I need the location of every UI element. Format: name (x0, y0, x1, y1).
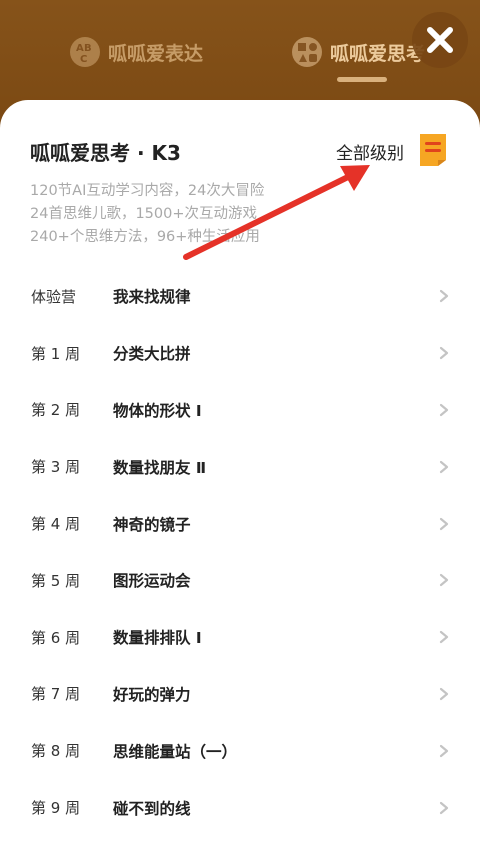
lesson-week: 第 1 周 (31, 344, 81, 363)
lesson-row[interactable]: 第 7 周 好玩的弹力 (0, 666, 480, 723)
lesson-title: 思维能量站（一） (113, 742, 238, 761)
tab-express-label: 呱呱爱表达 (108, 42, 204, 65)
chevron-right-icon (439, 801, 449, 814)
lesson-row[interactable]: 体验营 我来找规律 (0, 268, 480, 325)
lesson-week: 第 2 周 (31, 401, 81, 420)
description-line: 240+个思维方法，96+种生活应用 (30, 229, 260, 245)
close-icon (427, 27, 453, 53)
lesson-title: 物体的形状 Ⅰ (113, 401, 202, 420)
abc-icon: A B C (70, 37, 100, 67)
chevron-right-icon (439, 403, 449, 417)
lesson-title: 分类大比拼 (113, 345, 191, 364)
chevron-right-icon (439, 460, 449, 473)
lesson-title: 数量找朋友 Ⅱ (113, 458, 207, 477)
lesson-row[interactable]: 第 9 周 碰不到的线 (0, 779, 480, 836)
lesson-week: 第 4 周 (31, 515, 81, 534)
lesson-title: 好玩的弹力 (113, 685, 191, 704)
tab-think[interactable]: 呱呱爱思考 (290, 32, 425, 72)
lesson-week: 第 6 周 (31, 628, 81, 647)
description-line: 120节AI互动学习内容，24次大冒险 (30, 183, 265, 199)
sheet-title: 呱呱爱思考 · K3 (30, 141, 181, 165)
lesson-week: 第 3 周 (31, 458, 81, 477)
tab-think-label: 呱呱爱思考 (330, 42, 426, 65)
lesson-week: 第 5 周 (31, 571, 81, 590)
chevron-right-icon (439, 744, 449, 757)
lesson-title: 神奇的镜子 (113, 515, 191, 534)
active-tab-indicator (337, 77, 387, 82)
level-list-icon[interactable] (417, 132, 449, 168)
lesson-row[interactable]: 第 3 周 数量找朋友 Ⅱ (0, 438, 480, 495)
chevron-right-icon (439, 517, 449, 530)
lesson-row[interactable]: 第 4 周 神奇的镜子 (0, 495, 480, 552)
lesson-week: 第 8 周 (31, 742, 81, 761)
all-levels-button[interactable]: 全部级别 (336, 136, 404, 166)
lesson-week: 体验营 (31, 287, 77, 306)
lesson-row[interactable]: 第 2 周 物体的形状 Ⅰ (0, 382, 480, 439)
lesson-title: 碰不到的线 (113, 799, 191, 818)
description-line: 24首思维儿歌，1500+次互动游戏 (30, 206, 258, 222)
lesson-row[interactable]: 第 6 周 数量排排队 Ⅰ (0, 609, 480, 666)
svg-text:B: B (84, 43, 92, 54)
lesson-week: 第 7 周 (31, 685, 81, 704)
chevron-right-icon (439, 687, 449, 701)
svg-text:A: A (76, 43, 84, 54)
all-levels-label: 全部级别 (336, 143, 404, 164)
lesson-row[interactable]: 第 5 周 图形运动会 (0, 552, 480, 609)
chevron-right-icon (439, 290, 449, 303)
shapes-icon (292, 37, 322, 67)
lesson-row[interactable]: 第 1 周 分类大比拼 (0, 325, 480, 382)
chevron-right-icon (439, 631, 449, 644)
lesson-title: 图形运动会 (113, 572, 191, 591)
tab-express[interactable]: A B C 呱呱爱表达 (68, 32, 203, 72)
lesson-title: 数量排排队 Ⅰ (113, 629, 202, 648)
chevron-right-icon (439, 347, 449, 360)
chevron-right-icon (439, 574, 449, 587)
lesson-week: 第 9 周 (31, 799, 81, 818)
svg-text:C: C (80, 54, 87, 65)
lesson-row[interactable]: 第 8 周 思维能量站（一） (0, 722, 480, 779)
close-button[interactable] (412, 12, 468, 68)
lesson-list: 体验营 我来找规律 第 1 周 分类大比拼 第 2 周 物体的形状 Ⅰ 第 3 … (0, 268, 480, 836)
lesson-title: 我来找规律 (113, 288, 191, 307)
